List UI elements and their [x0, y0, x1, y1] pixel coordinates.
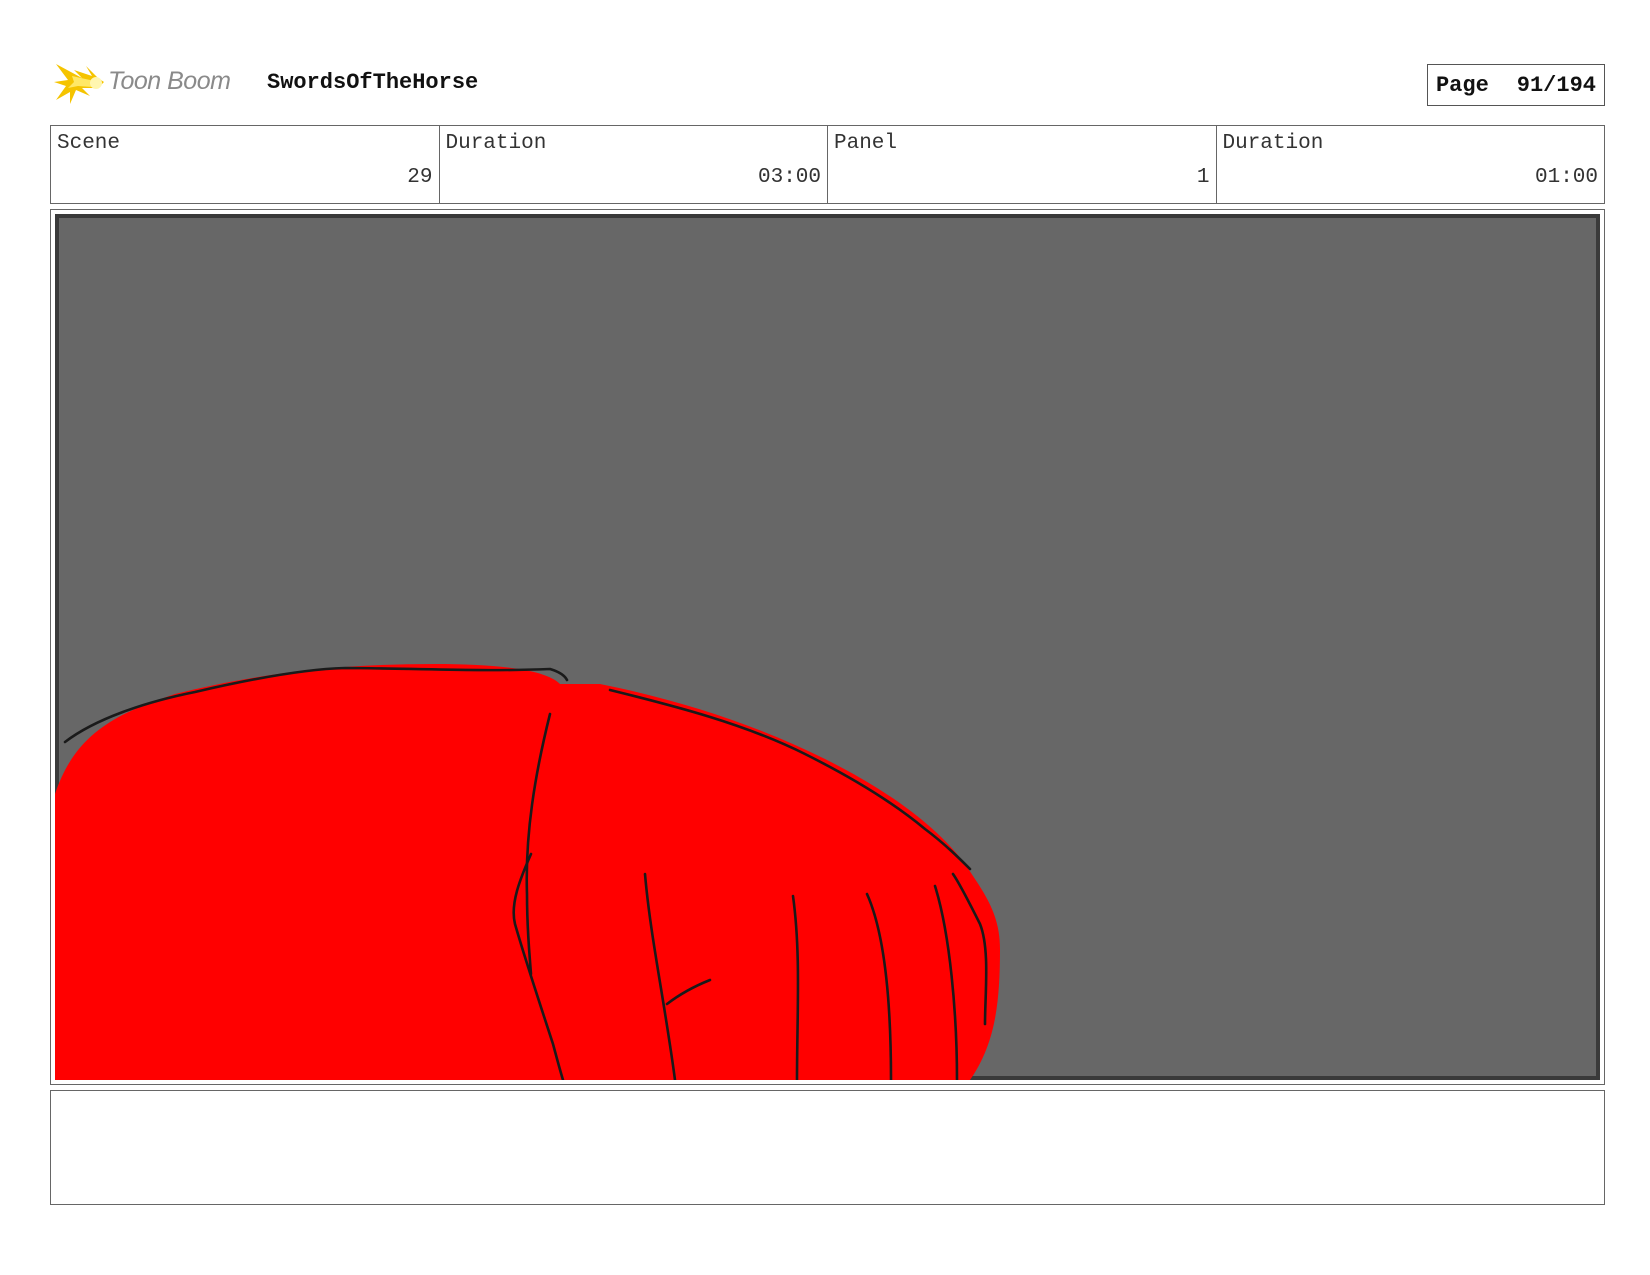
scene-duration-cell: Duration 03:00: [440, 126, 828, 203]
toon-boom-logo: Toon Boom: [52, 58, 252, 108]
scene-label: Scene: [57, 132, 121, 155]
page-label: Page: [1435, 72, 1489, 98]
panel-duration-value: 01:00: [1534, 166, 1598, 189]
panel-value: 1: [1196, 166, 1210, 189]
storyboard-panel: [50, 209, 1605, 1085]
page-number: 91/194: [1516, 72, 1596, 98]
panel-drawing: [55, 214, 1600, 1080]
scene-cell: Scene 29: [51, 126, 440, 203]
scene-value: 29: [407, 166, 433, 189]
panel-label: Panel: [834, 132, 898, 155]
panel-duration-cell: Duration 01:00: [1217, 126, 1605, 203]
starburst-icon: [54, 64, 104, 104]
panel-cell: Panel 1: [828, 126, 1217, 203]
scene-duration-value: 03:00: [757, 166, 821, 189]
scene-duration-label: Duration: [445, 132, 547, 155]
panel-duration-label: Duration: [1222, 132, 1324, 155]
project-title: SwordsOfTheHorse: [267, 70, 479, 95]
panel-notes: [50, 1090, 1605, 1205]
brand-name: Toon Boom: [108, 67, 231, 95]
page-indicator: Page 91/194: [1426, 64, 1605, 106]
page-header: Toon Boom SwordsOfTheHorse Page 91/194: [50, 58, 1605, 108]
scene-info-table: Scene 29 Duration 03:00 Panel 1 Duration…: [50, 125, 1605, 204]
